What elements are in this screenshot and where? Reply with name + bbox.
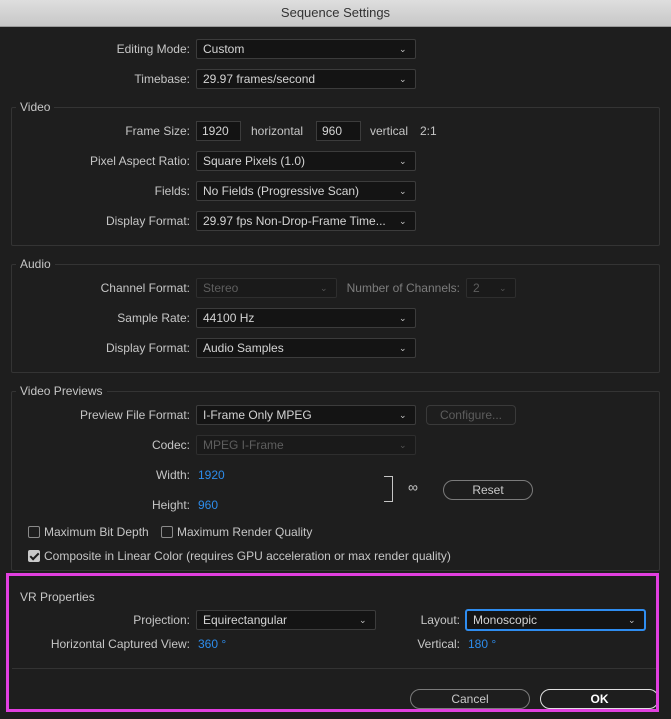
chevron-down-icon: ⌄	[399, 44, 407, 54]
editing-mode-select[interactable]: Custom ⌄	[196, 39, 416, 59]
window-titlebar: Sequence Settings	[0, 0, 671, 27]
link-bracket	[384, 476, 393, 502]
chevron-down-icon: ⌄	[320, 283, 328, 293]
audio-display-format-select[interactable]: Audio Samples ⌄	[196, 338, 416, 358]
preview-width-value[interactable]: 1920	[198, 468, 225, 482]
max-bit-depth-label: Maximum Bit Depth	[44, 525, 149, 539]
linear-color-checkbox[interactable]	[28, 550, 40, 562]
projection-label: Projection:	[133, 613, 190, 627]
vr-section-title: VR Properties	[20, 590, 95, 604]
audio-display-format-label: Display Format:	[105, 341, 190, 355]
chevron-down-icon: ⌄	[499, 283, 507, 293]
max-render-quality-label: Maximum Render Quality	[177, 525, 313, 539]
layout-select[interactable]: Monoscopic ⌄	[466, 610, 645, 630]
horizontal-captured-view-label: Horizontal Captured View:	[50, 637, 190, 651]
frame-width-input[interactable]: 1920	[196, 121, 241, 141]
vertical-label: vertical	[370, 124, 409, 138]
sample-rate-value: 44100 Hz	[203, 311, 255, 325]
layout-label: Layout:	[420, 613, 460, 627]
video-display-format-label: Display Format:	[105, 214, 190, 228]
chevron-down-icon: ⌄	[399, 74, 407, 84]
max-render-quality-checkbox[interactable]	[161, 526, 173, 538]
max-bit-depth-checkbox[interactable]	[28, 526, 40, 538]
fields-label: Fields:	[154, 184, 190, 198]
fields-select[interactable]: No Fields (Progressive Scan) ⌄	[196, 181, 416, 201]
codec-select[interactable]: MPEG I-Frame ⌄	[196, 435, 416, 455]
pixel-aspect-select[interactable]: Square Pixels (1.0) ⌄	[196, 151, 416, 171]
video-previews-section-title: Video Previews	[16, 384, 107, 398]
editing-mode-value: Custom	[203, 42, 245, 56]
vr-vertical-value[interactable]: 180 °	[468, 637, 496, 651]
aspect-ratio-text: 2:1	[420, 124, 437, 138]
preview-file-format-value: I-Frame Only MPEG	[203, 408, 312, 422]
timebase-value: 29.97 frames/second	[203, 72, 316, 86]
projection-select[interactable]: Equirectangular ⌄	[196, 610, 376, 630]
chevron-down-icon: ⌄	[359, 615, 367, 625]
preview-height-label: Height:	[151, 498, 190, 512]
num-channels-value: 2	[473, 281, 480, 295]
fields-value: No Fields (Progressive Scan)	[203, 184, 360, 198]
pixel-aspect-label: Pixel Aspect Ratio:	[89, 154, 190, 168]
num-channels-label: Number of Channels:	[346, 281, 460, 295]
chevron-down-icon: ⌄	[399, 313, 407, 323]
audio-section-title: Audio	[16, 257, 55, 271]
pixel-aspect-value: Square Pixels (1.0)	[203, 154, 306, 168]
video-display-format-value: 29.97 fps Non-Drop-Frame Time...	[203, 214, 386, 228]
chevron-down-icon: ⌄	[399, 440, 407, 450]
preview-width-label: Width:	[155, 468, 190, 482]
chevron-down-icon: ⌄	[399, 156, 407, 166]
editing-mode-label: Editing Mode:	[116, 42, 190, 56]
vr-vertical-label: Vertical:	[417, 637, 460, 651]
linear-color-label: Composite in Linear Color (requires GPU …	[44, 549, 451, 563]
preview-file-format-label: Preview File Format:	[79, 408, 190, 422]
chevron-down-icon: ⌄	[628, 615, 636, 625]
channel-format-select[interactable]: Stereo ⌄	[196, 278, 337, 298]
timebase-label: Timebase:	[134, 72, 190, 86]
projection-value: Equirectangular	[203, 613, 288, 627]
reset-button[interactable]: Reset	[443, 480, 533, 500]
configure-button[interactable]: Configure...	[426, 405, 516, 425]
layout-value: Monoscopic	[473, 613, 538, 627]
preview-height-value[interactable]: 960	[198, 498, 218, 512]
chevron-down-icon: ⌄	[399, 186, 407, 196]
ok-button[interactable]: OK	[540, 689, 659, 709]
channel-format-label: Channel Format:	[100, 281, 190, 295]
link-icon[interactable]: ∞	[408, 479, 418, 495]
horizontal-label: horizontal	[251, 124, 304, 138]
chevron-down-icon: ⌄	[399, 343, 407, 353]
footer-divider	[12, 668, 659, 669]
preview-file-format-select[interactable]: I-Frame Only MPEG ⌄	[196, 405, 416, 425]
video-display-format-select[interactable]: 29.97 fps Non-Drop-Frame Time... ⌄	[196, 211, 416, 231]
frame-height-input[interactable]: 960	[316, 121, 361, 141]
timebase-select[interactable]: 29.97 frames/second ⌄	[196, 69, 416, 89]
cancel-button[interactable]: Cancel	[410, 689, 530, 709]
codec-value: MPEG I-Frame	[203, 438, 284, 452]
horizontal-captured-view-value[interactable]: 360 °	[198, 637, 226, 651]
chevron-down-icon: ⌄	[399, 216, 407, 226]
video-section-title: Video	[16, 100, 55, 114]
sample-rate-select[interactable]: 44100 Hz ⌄	[196, 308, 416, 328]
frame-size-label: Frame Size:	[125, 124, 190, 138]
audio-display-format-value: Audio Samples	[203, 341, 284, 355]
channel-format-value: Stereo	[203, 281, 239, 295]
num-channels-select[interactable]: 2 ⌄	[466, 278, 516, 298]
sample-rate-label: Sample Rate:	[117, 311, 190, 325]
chevron-down-icon: ⌄	[399, 410, 407, 420]
codec-label: Codec:	[151, 438, 190, 452]
window-title: Sequence Settings	[280, 5, 391, 20]
